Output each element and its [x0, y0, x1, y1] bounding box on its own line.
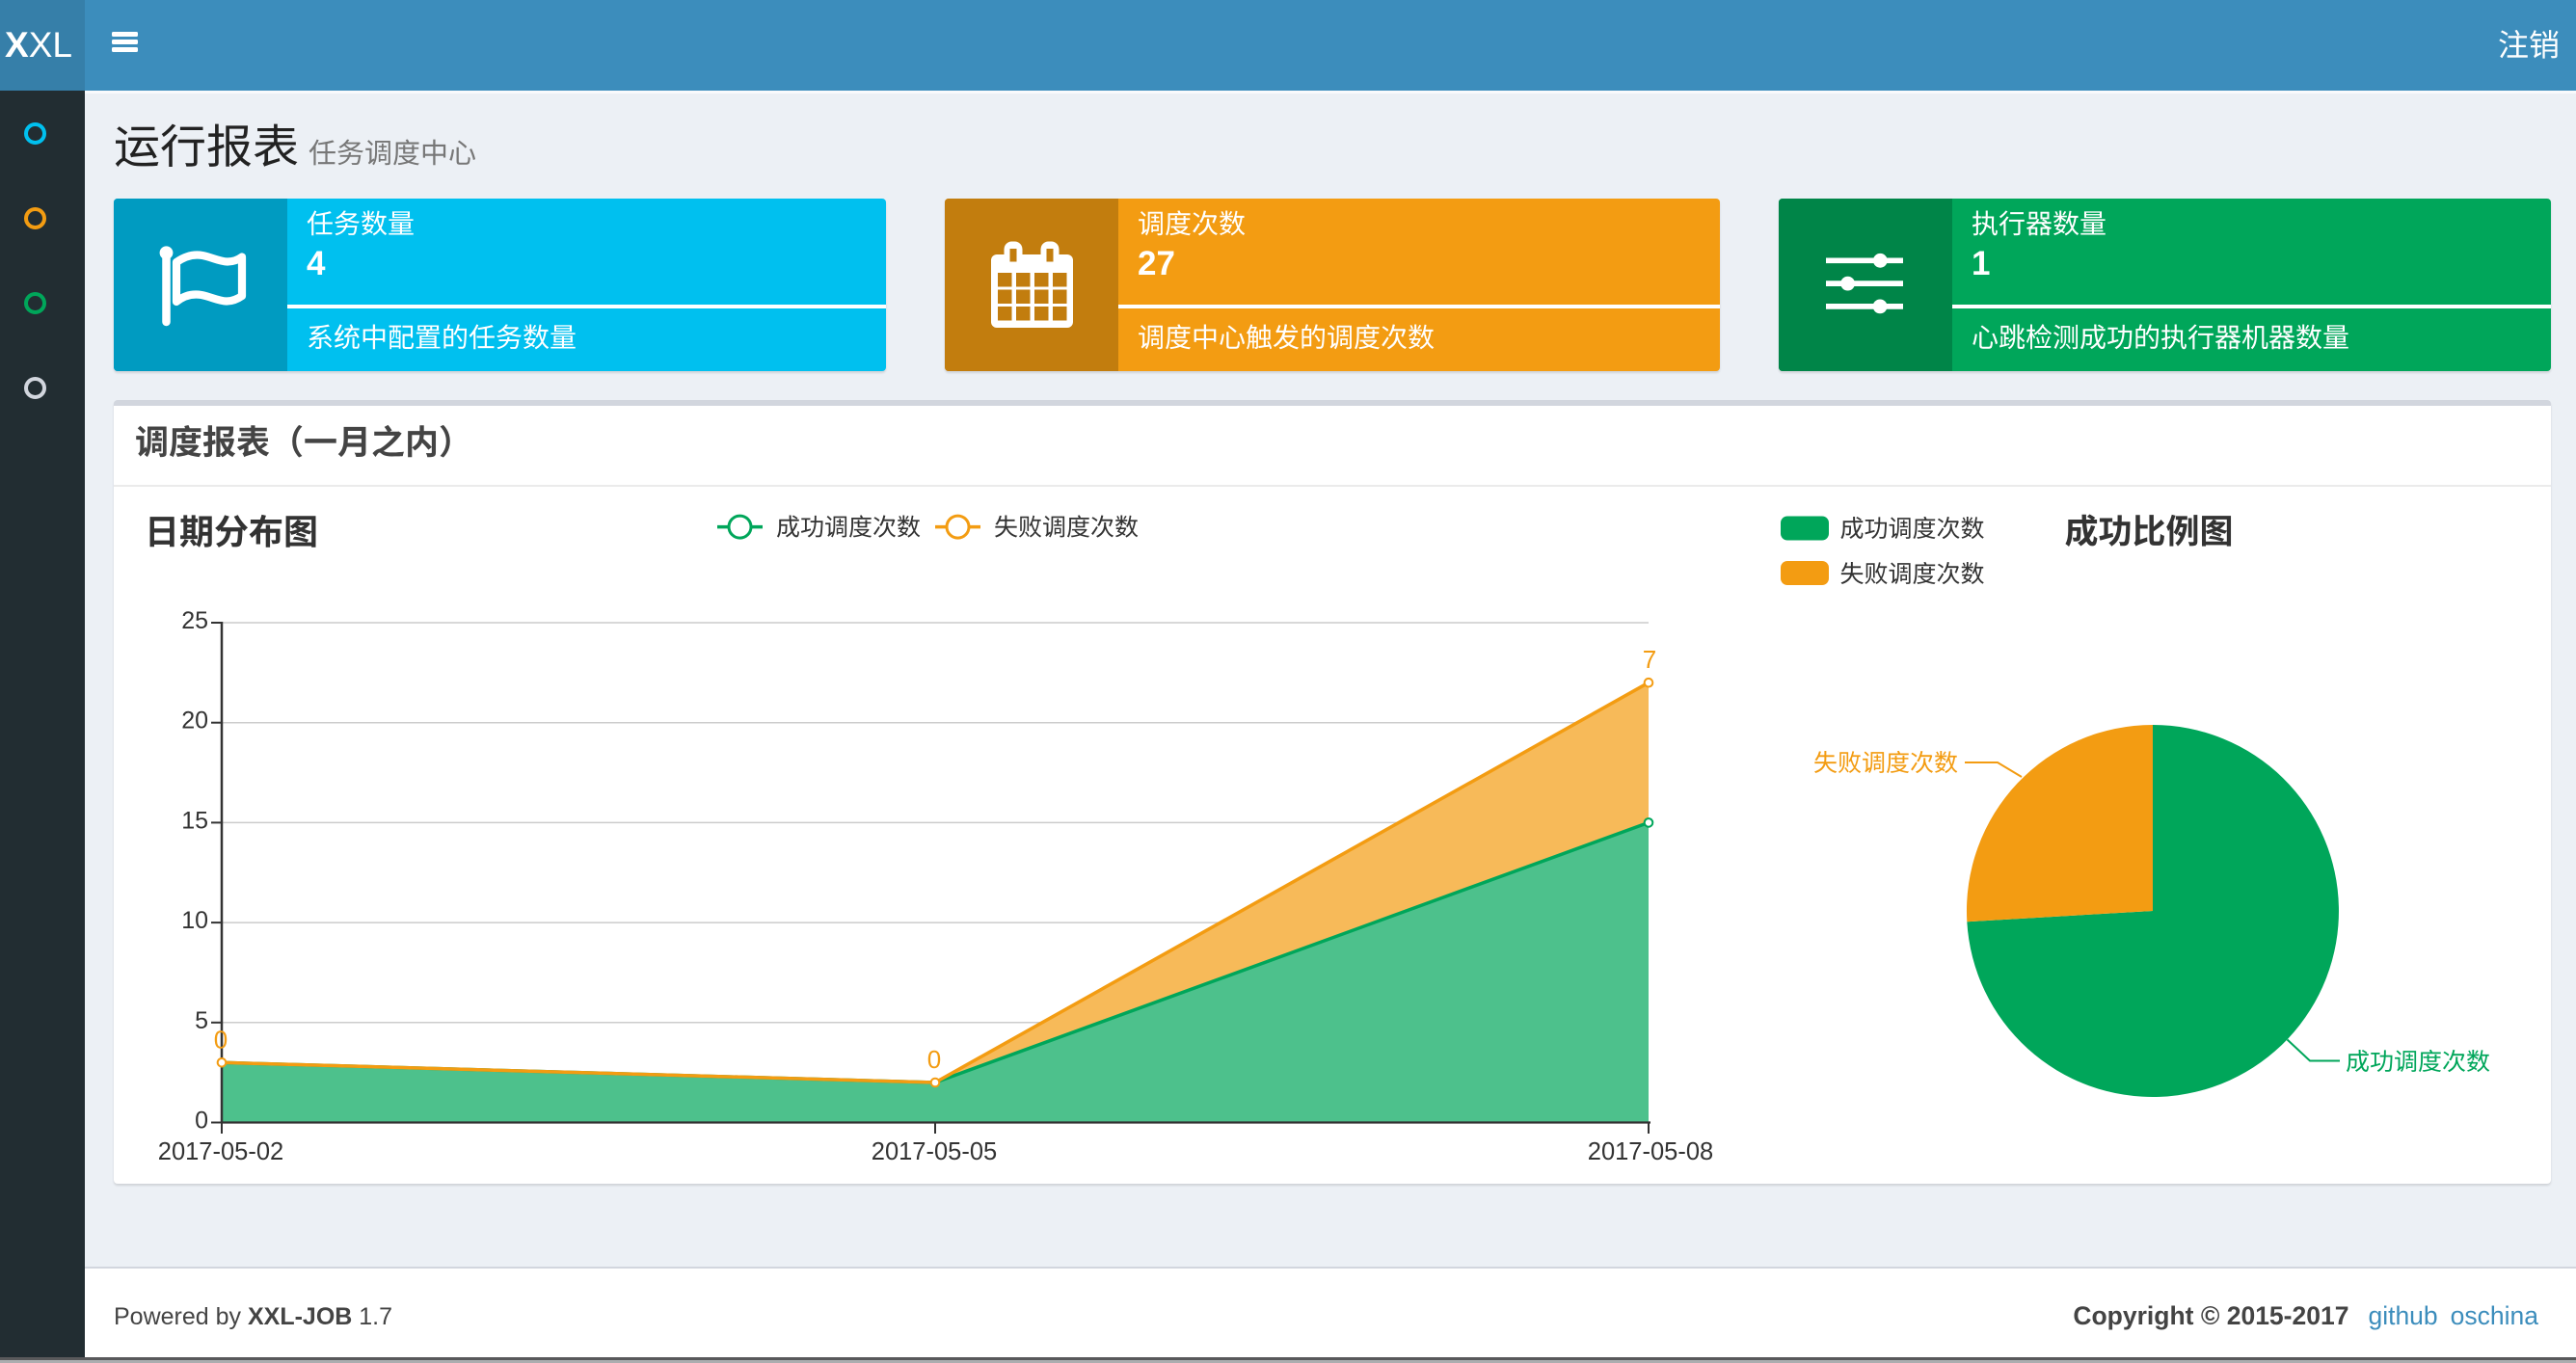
svg-text:2017-05-08: 2017-05-08 — [1588, 1138, 1713, 1165]
svg-text:失败调度次数: 失败调度次数 — [1840, 561, 1985, 588]
svg-text:日期分布图: 日期分布图 — [145, 513, 318, 552]
svg-text:0: 0 — [195, 1108, 208, 1135]
svg-text:成功调度次数: 成功调度次数 — [2346, 1049, 2490, 1076]
svg-text:15: 15 — [181, 807, 208, 834]
svg-text:成功比例图: 成功比例图 — [2064, 514, 2233, 551]
svg-text:0: 0 — [927, 1045, 941, 1074]
svg-text:0: 0 — [214, 1025, 228, 1054]
svg-text:7: 7 — [1643, 645, 1656, 674]
svg-text:25: 25 — [181, 607, 208, 634]
svg-text:10: 10 — [181, 907, 208, 934]
svg-text:失败调度次数: 失败调度次数 — [1813, 750, 1958, 777]
svg-text:成功调度次数: 成功调度次数 — [1840, 516, 1985, 543]
svg-text:失败调度次数: 失败调度次数 — [994, 515, 1139, 542]
svg-text:2017-05-02: 2017-05-02 — [158, 1138, 283, 1165]
svg-text:成功调度次数: 成功调度次数 — [776, 515, 921, 542]
svg-text:20: 20 — [181, 708, 208, 735]
svg-text:2017-05-05: 2017-05-05 — [872, 1138, 997, 1165]
svg-text:5: 5 — [195, 1007, 208, 1034]
